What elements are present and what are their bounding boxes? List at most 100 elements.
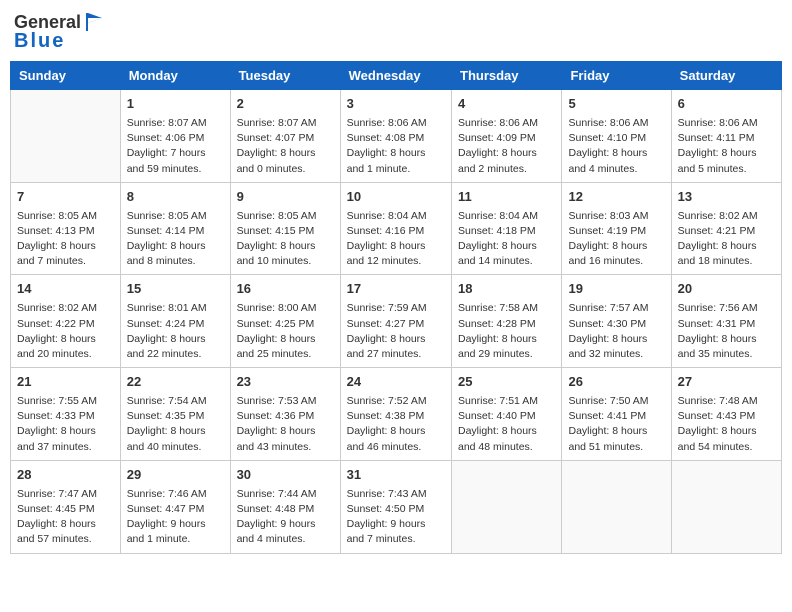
day-number: 7 xyxy=(17,188,114,207)
cell-info: Sunrise: 8:04 AMSunset: 4:16 PMDaylight:… xyxy=(347,209,445,270)
day-number: 19 xyxy=(568,280,664,299)
day-number: 8 xyxy=(127,188,224,207)
calendar-cell: 8 Sunrise: 8:05 AMSunset: 4:14 PMDaylight… xyxy=(120,182,230,275)
calendar-cell: 20 Sunrise: 7:56 AMSunset: 4:31 PMDayligh… xyxy=(671,275,781,368)
day-number: 31 xyxy=(347,466,445,485)
weekday-header-wednesday: Wednesday xyxy=(340,62,451,90)
cell-info: Sunrise: 8:05 AMSunset: 4:14 PMDaylight:… xyxy=(127,209,224,270)
weekday-header-tuesday: Tuesday xyxy=(230,62,340,90)
day-number: 25 xyxy=(458,373,555,392)
cell-info: Sunrise: 7:50 AMSunset: 4:41 PMDaylight:… xyxy=(568,394,664,455)
day-number: 4 xyxy=(458,95,555,114)
calendar-cell: 4 Sunrise: 8:06 AMSunset: 4:09 PMDaylight… xyxy=(452,90,562,183)
day-number: 17 xyxy=(347,280,445,299)
day-number: 22 xyxy=(127,373,224,392)
calendar-cell: 7 Sunrise: 8:05 AMSunset: 4:13 PMDaylight… xyxy=(11,182,121,275)
cell-info: Sunrise: 8:06 AMSunset: 4:08 PMDaylight:… xyxy=(347,116,445,177)
day-number: 23 xyxy=(237,373,334,392)
page-header: General Blue xyxy=(10,10,782,53)
logo-flag-icon xyxy=(82,10,106,34)
calendar-cell: 12 Sunrise: 8:03 AMSunset: 4:19 PMDayligh… xyxy=(562,182,671,275)
cell-info: Sunrise: 7:56 AMSunset: 4:31 PMDaylight:… xyxy=(678,301,775,362)
cell-info: Sunrise: 8:06 AMSunset: 4:09 PMDaylight:… xyxy=(458,116,555,177)
day-number: 5 xyxy=(568,95,664,114)
cell-info: Sunrise: 8:04 AMSunset: 4:18 PMDaylight:… xyxy=(458,209,555,270)
cell-info: Sunrise: 8:02 AMSunset: 4:22 PMDaylight:… xyxy=(17,301,114,362)
calendar-week-row: 21 Sunrise: 7:55 AMSunset: 4:33 PMDayligh… xyxy=(11,368,782,461)
day-number: 10 xyxy=(347,188,445,207)
day-number: 14 xyxy=(17,280,114,299)
cell-info: Sunrise: 8:06 AMSunset: 4:11 PMDaylight:… xyxy=(678,116,775,177)
calendar-week-row: 1 Sunrise: 8:07 AMSunset: 4:06 PMDaylight… xyxy=(11,90,782,183)
day-number: 20 xyxy=(678,280,775,299)
calendar-week-row: 28Sunrise: 7:47 AMSunset: 4:45 PMDayligh… xyxy=(11,460,782,553)
calendar-cell: 3 Sunrise: 8:06 AMSunset: 4:08 PMDaylight… xyxy=(340,90,451,183)
day-number: 12 xyxy=(568,188,664,207)
cell-info: Sunrise: 8:05 AMSunset: 4:15 PMDaylight:… xyxy=(237,209,334,270)
calendar-cell: 5 Sunrise: 8:06 AMSunset: 4:10 PMDaylight… xyxy=(562,90,671,183)
cell-info: Sunrise: 7:51 AMSunset: 4:40 PMDaylight:… xyxy=(458,394,555,455)
cell-info: Sunrise: 8:06 AMSunset: 4:10 PMDaylight:… xyxy=(568,116,664,177)
cell-info: Sunrise: 7:46 AMSunset: 4:47 PMDaylight:… xyxy=(127,487,224,548)
calendar-cell: 10 Sunrise: 8:04 AMSunset: 4:16 PMDayligh… xyxy=(340,182,451,275)
calendar-cell: 14 Sunrise: 8:02 AMSunset: 4:22 PMDayligh… xyxy=(11,275,121,368)
cell-info: Sunrise: 7:48 AMSunset: 4:43 PMDaylight:… xyxy=(678,394,775,455)
day-number: 13 xyxy=(678,188,775,207)
day-number: 28 xyxy=(17,466,114,485)
calendar-cell: 9 Sunrise: 8:05 AMSunset: 4:15 PMDaylight… xyxy=(230,182,340,275)
calendar-cell: 17 Sunrise: 7:59 AMSunset: 4:27 PMDayligh… xyxy=(340,275,451,368)
weekday-header-friday: Friday xyxy=(562,62,671,90)
calendar-cell: 6 Sunrise: 8:06 AMSunset: 4:11 PMDaylight… xyxy=(671,90,781,183)
day-number: 2 xyxy=(237,95,334,114)
cell-info: Sunrise: 7:57 AMSunset: 4:30 PMDaylight:… xyxy=(568,301,664,362)
day-number: 27 xyxy=(678,373,775,392)
cell-info: Sunrise: 7:44 AMSunset: 4:48 PMDaylight:… xyxy=(237,487,334,548)
cell-info: Sunrise: 8:03 AMSunset: 4:19 PMDaylight:… xyxy=(568,209,664,270)
cell-info: Sunrise: 7:59 AMSunset: 4:27 PMDaylight:… xyxy=(347,301,445,362)
day-number: 21 xyxy=(17,373,114,392)
calendar-cell: 19 Sunrise: 7:57 AMSunset: 4:30 PMDayligh… xyxy=(562,275,671,368)
calendar-week-row: 14 Sunrise: 8:02 AMSunset: 4:22 PMDayligh… xyxy=(11,275,782,368)
day-number: 16 xyxy=(237,280,334,299)
calendar-cell: 21 Sunrise: 7:55 AMSunset: 4:33 PMDayligh… xyxy=(11,368,121,461)
calendar-cell xyxy=(11,90,121,183)
cell-info: Sunrise: 7:54 AMSunset: 4:35 PMDaylight:… xyxy=(127,394,224,455)
day-number: 15 xyxy=(127,280,224,299)
calendar-cell: 11Sunrise: 8:04 AMSunset: 4:18 PMDayligh… xyxy=(452,182,562,275)
cell-info: Sunrise: 8:07 AMSunset: 4:07 PMDaylight:… xyxy=(237,116,334,177)
calendar-cell: 26 Sunrise: 7:50 AMSunset: 4:41 PMDayligh… xyxy=(562,368,671,461)
calendar-cell: 27 Sunrise: 7:48 AMSunset: 4:43 PMDayligh… xyxy=(671,368,781,461)
weekday-header-thursday: Thursday xyxy=(452,62,562,90)
day-number: 3 xyxy=(347,95,445,114)
calendar-cell: 25 Sunrise: 7:51 AMSunset: 4:40 PMDayligh… xyxy=(452,368,562,461)
calendar-cell: 2 Sunrise: 8:07 AMSunset: 4:07 PMDaylight… xyxy=(230,90,340,183)
logo-blue-text: Blue xyxy=(14,30,65,53)
weekday-header-row: SundayMondayTuesdayWednesdayThursdayFrid… xyxy=(11,62,782,90)
calendar-cell: 16Sunrise: 8:00 AMSunset: 4:25 PMDayligh… xyxy=(230,275,340,368)
weekday-header-saturday: Saturday xyxy=(671,62,781,90)
weekday-header-monday: Monday xyxy=(120,62,230,90)
calendar-cell: 15 Sunrise: 8:01 AMSunset: 4:24 PMDayligh… xyxy=(120,275,230,368)
calendar-cell: 13Sunrise: 8:02 AMSunset: 4:21 PMDayligh… xyxy=(671,182,781,275)
cell-info: Sunrise: 8:07 AMSunset: 4:06 PMDaylight:… xyxy=(127,116,224,177)
cell-info: Sunrise: 7:43 AMSunset: 4:50 PMDaylight:… xyxy=(347,487,445,548)
day-number: 18 xyxy=(458,280,555,299)
day-number: 29 xyxy=(127,466,224,485)
day-number: 26 xyxy=(568,373,664,392)
day-number: 1 xyxy=(127,95,224,114)
calendar-cell: 24 Sunrise: 7:52 AMSunset: 4:38 PMDayligh… xyxy=(340,368,451,461)
calendar-cell: 30Sunrise: 7:44 AMSunset: 4:48 PMDayligh… xyxy=(230,460,340,553)
cell-info: Sunrise: 8:01 AMSunset: 4:24 PMDaylight:… xyxy=(127,301,224,362)
calendar-cell: 28Sunrise: 7:47 AMSunset: 4:45 PMDayligh… xyxy=(11,460,121,553)
day-number: 24 xyxy=(347,373,445,392)
calendar-week-row: 7 Sunrise: 8:05 AMSunset: 4:13 PMDaylight… xyxy=(11,182,782,275)
cell-info: Sunrise: 8:05 AMSunset: 4:13 PMDaylight:… xyxy=(17,209,114,270)
calendar-cell xyxy=(562,460,671,553)
calendar-table: SundayMondayTuesdayWednesdayThursdayFrid… xyxy=(10,61,782,554)
cell-info: Sunrise: 7:58 AMSunset: 4:28 PMDaylight:… xyxy=(458,301,555,362)
cell-info: Sunrise: 7:55 AMSunset: 4:33 PMDaylight:… xyxy=(17,394,114,455)
cell-info: Sunrise: 7:52 AMSunset: 4:38 PMDaylight:… xyxy=(347,394,445,455)
day-number: 6 xyxy=(678,95,775,114)
day-number: 9 xyxy=(237,188,334,207)
calendar-cell: 22 Sunrise: 7:54 AMSunset: 4:35 PMDayligh… xyxy=(120,368,230,461)
